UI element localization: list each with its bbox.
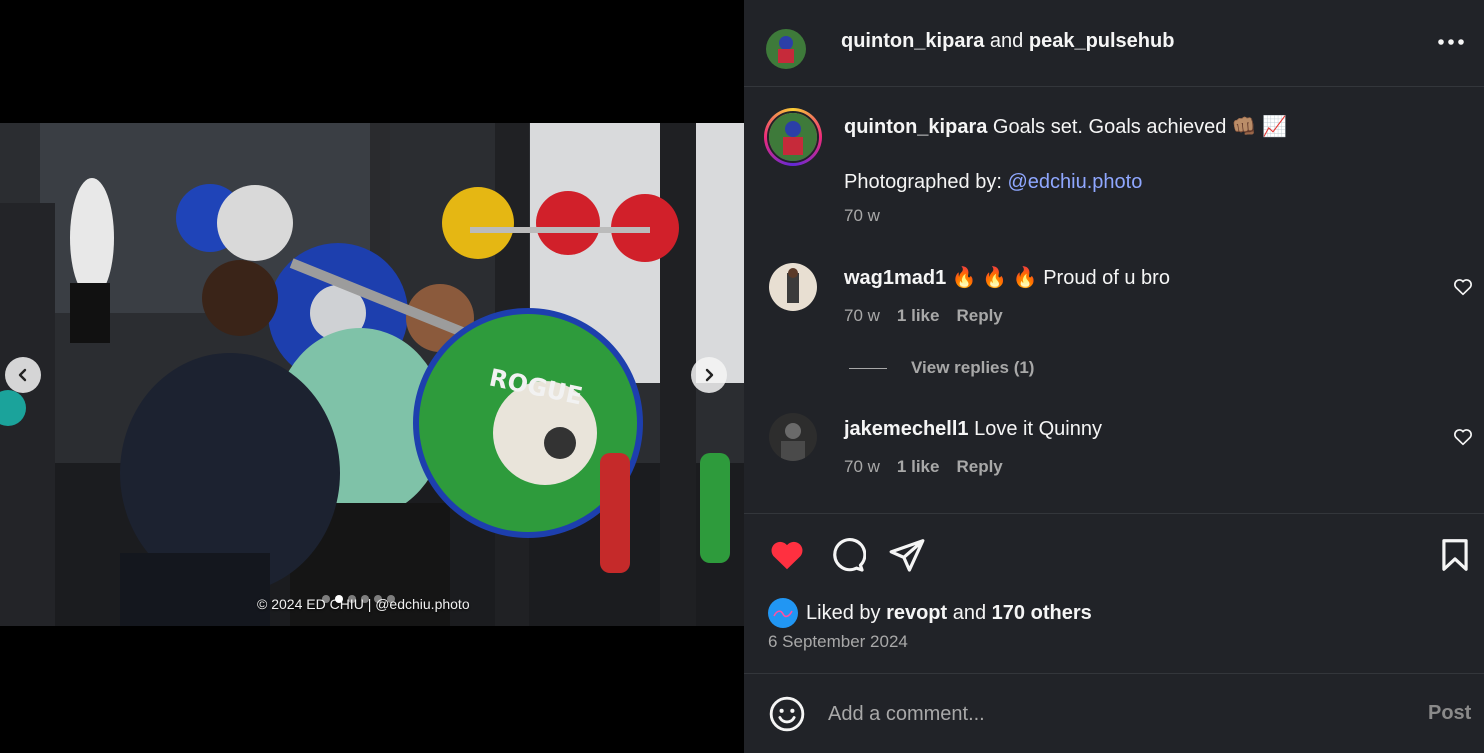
liked-by-prefix: Liked by: [806, 601, 887, 624]
view-replies-label: View replies (1): [911, 358, 1035, 377]
comment-text: wag1mad1 🔥 🔥 🔥 Proud of u bro: [844, 266, 1170, 290]
liked-by-user[interactable]: revopt: [886, 602, 947, 624]
avatar-image: [769, 113, 817, 161]
next-slide-button[interactable]: [691, 357, 727, 393]
post-header: quinton_kipara and peak_pulsehub: [744, 0, 1484, 87]
post-actions: Liked by revopt and 170 others 6 Septemb…: [744, 513, 1484, 673]
comment-composer: Post: [744, 673, 1484, 753]
replies-divider: [849, 367, 887, 369]
comment-meta: 70 w 1 like Reply: [844, 457, 1003, 477]
comment-likes[interactable]: 1 like: [897, 306, 940, 326]
post-photo: ROGUE: [0, 123, 744, 626]
slide-dot[interactable]: [335, 595, 343, 603]
liker-avatar[interactable]: [768, 598, 798, 628]
caption-credit: Photographed by: @edchiu.photo: [844, 170, 1142, 194]
post-date[interactable]: 6 September 2024: [768, 632, 908, 652]
slide-dot[interactable]: [374, 595, 382, 603]
reply-button[interactable]: Reply: [956, 306, 1002, 326]
liked-by-others[interactable]: 170 others: [992, 602, 1092, 624]
avatar-image: [769, 413, 817, 461]
liked-by-summary: Liked by revopt and 170 others: [768, 598, 1092, 628]
author-avatar[interactable]: [766, 29, 806, 69]
credit-link[interactable]: @edchiu.photo: [1007, 171, 1142, 193]
caption-body: Goals set. Goals achieved 👊🏽 📈: [992, 116, 1288, 138]
caption-item: quinton_kipara Goals set. Goals achieved…: [744, 88, 1484, 238]
comment-icon[interactable]: [828, 536, 866, 574]
slide-dot[interactable]: [322, 595, 330, 603]
comment-age[interactable]: 70 w: [844, 306, 880, 326]
gym-squat-photo: ROGUE: [0, 123, 744, 626]
post-detail-panel: quinton_kipara and peak_pulsehub quinton…: [744, 0, 1484, 753]
post-comment-button[interactable]: Post: [1428, 702, 1471, 725]
comment-item: wag1mad1 🔥 🔥 🔥 Proud of u bro 70 w 1 lik…: [744, 238, 1484, 378]
header-authors: quinton_kipara and peak_pulsehub: [841, 30, 1174, 53]
emoji-icon[interactable]: [768, 695, 806, 733]
commenter-avatar[interactable]: [769, 263, 817, 311]
caption-meta: 70 w: [844, 206, 880, 226]
chevron-left-icon: [18, 368, 27, 382]
media-viewer: ROGUE © 2024 ED CHIU | @edchiu.photo: [0, 0, 744, 753]
revopt-logo-icon: [773, 610, 793, 618]
credit-prefix: Photographed by:: [844, 171, 1008, 193]
caption-username[interactable]: quinton_kipara: [844, 116, 987, 138]
previous-slide-button[interactable]: [5, 357, 41, 393]
collaborator-username[interactable]: peak_pulsehub: [1029, 30, 1175, 52]
comment-meta: 70 w 1 like Reply: [844, 306, 1003, 326]
slide-indicator: [322, 595, 395, 603]
comments-list[interactable]: quinton_kipara Goals set. Goals achieved…: [744, 88, 1484, 513]
comment-text: jakemechell1 Love it Quinny: [844, 417, 1102, 441]
slide-dot[interactable]: [387, 595, 395, 603]
comment-like-icon[interactable]: [1452, 426, 1474, 448]
chevron-right-icon: [705, 368, 714, 382]
comment-username[interactable]: wag1mad1: [844, 267, 946, 289]
liked-by-join: and: [947, 601, 992, 624]
reply-button[interactable]: Reply: [956, 457, 1002, 477]
comment-body: 🔥 🔥 🔥 Proud of u bro: [951, 267, 1170, 289]
comment-item: jakemechell1 Love it Quinny 70 w 1 like …: [744, 388, 1484, 513]
comment-age[interactable]: 70 w: [844, 457, 880, 477]
comment-input[interactable]: [828, 696, 1388, 732]
comment-like-icon[interactable]: [1452, 276, 1474, 298]
caption-age[interactable]: 70 w: [844, 206, 880, 226]
comment-likes[interactable]: 1 like: [897, 457, 940, 477]
author-username[interactable]: quinton_kipara: [841, 30, 984, 52]
avatar-image: [769, 263, 817, 311]
comment-body: Love it Quinny: [974, 418, 1102, 440]
author-joiner: and: [989, 30, 1024, 52]
caption-text: quinton_kipara Goals set. Goals achieved…: [844, 115, 1287, 139]
save-bookmark-icon[interactable]: [1436, 536, 1474, 574]
avatar-image: [766, 29, 806, 69]
share-paper-plane-icon[interactable]: [888, 536, 926, 574]
liked-by-text: Liked by revopt and 170 others: [806, 602, 1092, 625]
commenter-avatar[interactable]: [769, 413, 817, 461]
like-heart-icon[interactable]: [768, 536, 806, 574]
view-replies-button[interactable]: View replies (1): [849, 358, 1034, 378]
more-options-button[interactable]: [1436, 28, 1466, 56]
slide-dot[interactable]: [361, 595, 369, 603]
comment-username[interactable]: jakemechell1: [844, 418, 969, 440]
caption-avatar[interactable]: [764, 108, 822, 166]
slide-dot[interactable]: [348, 595, 356, 603]
more-horizontal-icon: [1438, 39, 1464, 45]
